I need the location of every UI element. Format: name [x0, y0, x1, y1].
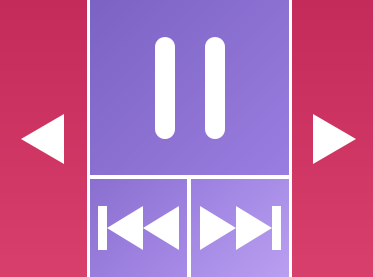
rewind-button[interactable]: [90, 179, 187, 277]
media-player-controls: [0, 0, 373, 277]
skip-forward-icon: [200, 206, 281, 250]
arrow-right-icon: [312, 113, 356, 164]
pause-button[interactable]: [90, 0, 289, 175]
pause-icon: [154, 36, 225, 139]
next-button[interactable]: [292, 0, 373, 277]
previous-button[interactable]: [0, 0, 87, 277]
fast-forward-button[interactable]: [191, 179, 289, 277]
arrow-left-icon: [20, 113, 64, 164]
skip-back-icon: [97, 206, 179, 250]
